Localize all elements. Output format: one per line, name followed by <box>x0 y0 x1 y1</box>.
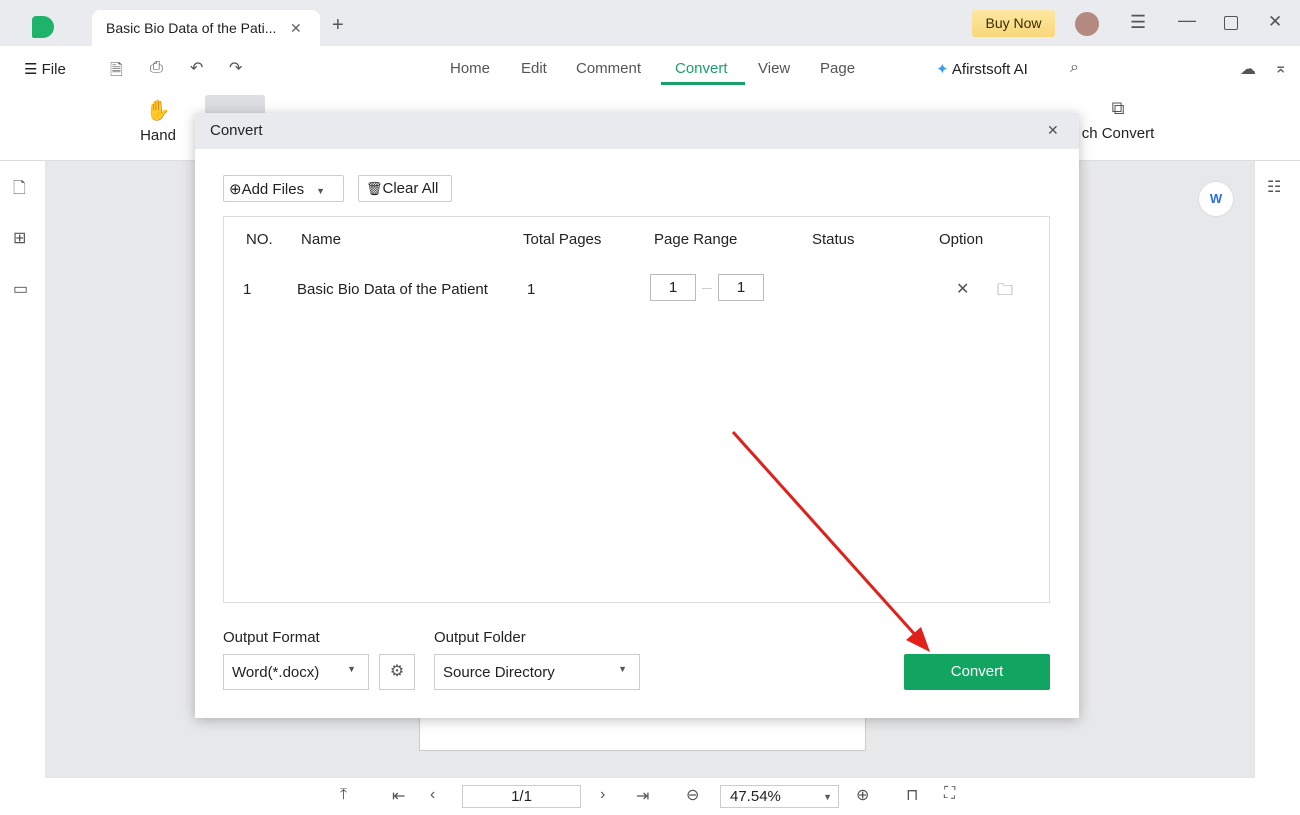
red-arrow-annotation <box>731 430 930 652</box>
